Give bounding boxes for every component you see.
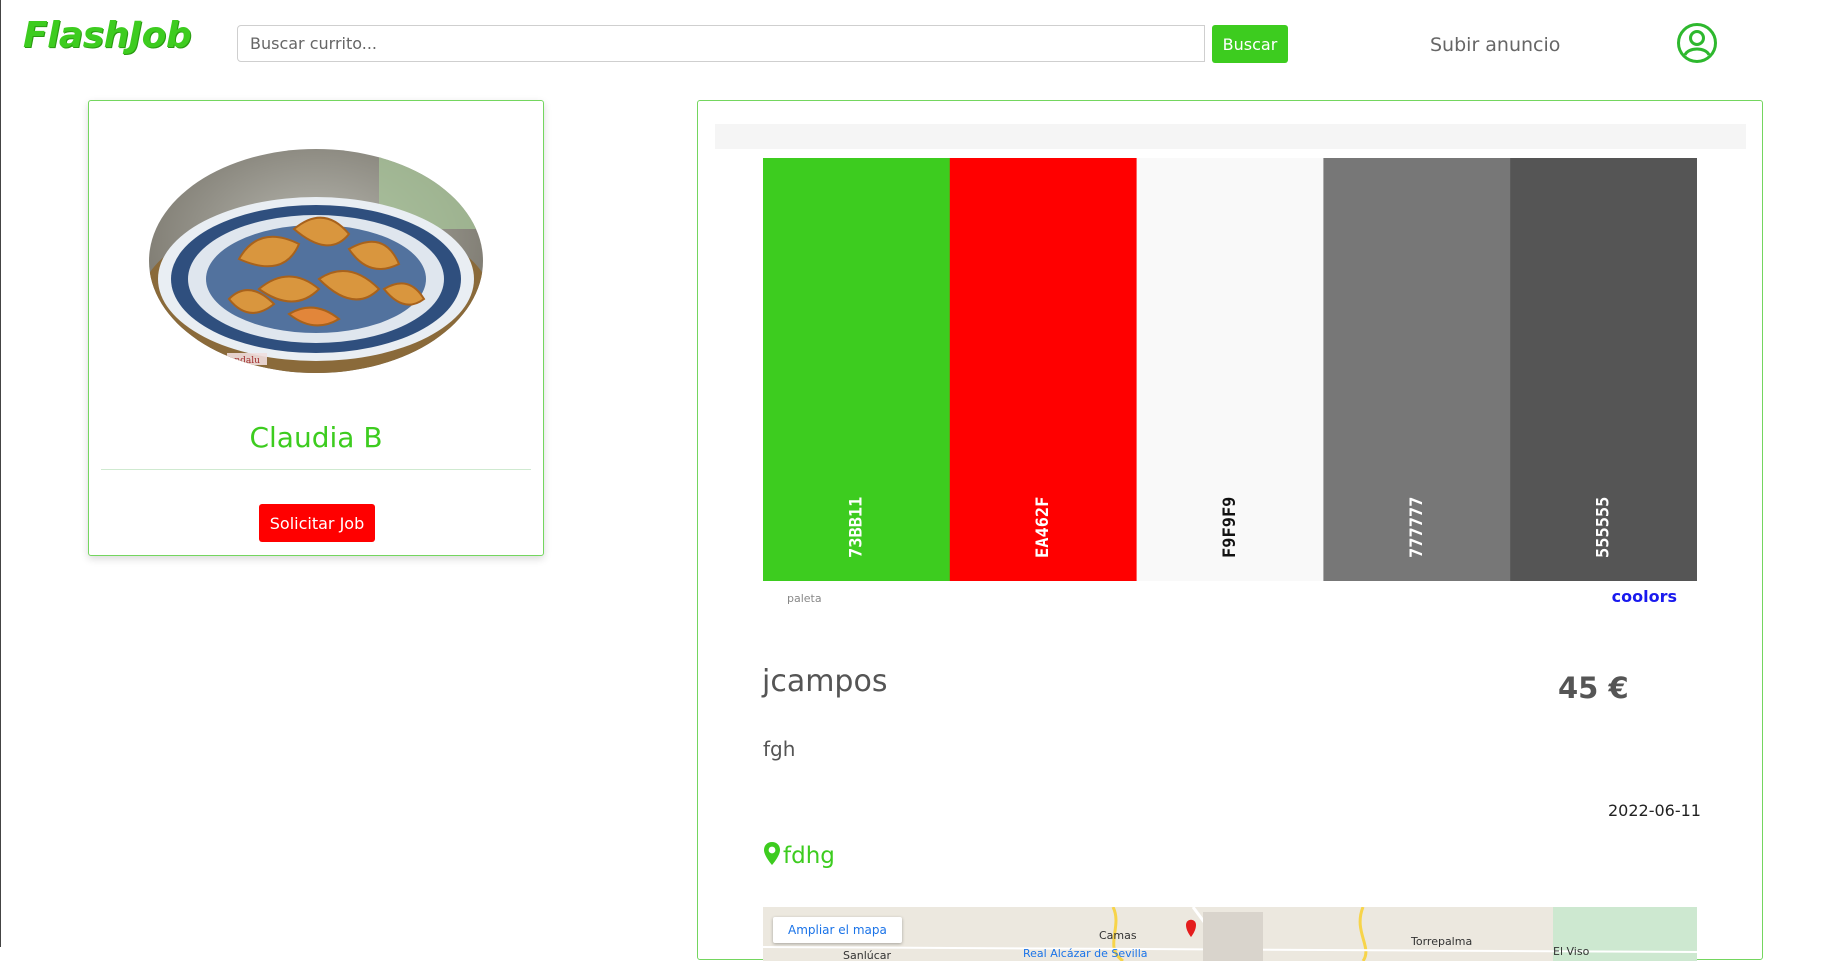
- map-pin-icon: [764, 842, 780, 865]
- palette-swatch-label: 73BB11: [846, 497, 866, 558]
- job-location: fdhg: [763, 841, 835, 869]
- map-expand-button[interactable]: Ampliar el mapa: [773, 917, 902, 943]
- job-date: 2022-06-11: [1608, 801, 1701, 820]
- photo-watermark: andalu: [229, 356, 260, 366]
- location-text: fdhg: [783, 843, 835, 869]
- map-place-label: Real Alcázar de Sevilla: [1023, 947, 1148, 960]
- user-circle-icon[interactable]: [1676, 22, 1718, 64]
- map-place-label: Torrepalma: [1411, 935, 1473, 948]
- window-edge: [0, 0, 1, 947]
- coolors-brand: coolors: [1612, 587, 1677, 606]
- map-place-label: Sanlúcar: [843, 949, 892, 961]
- search-input[interactable]: [237, 25, 1205, 62]
- divider: [101, 469, 531, 470]
- job-card: 73BB11 EA462F F9F9F9 777777 555555 paleta co…: [697, 100, 1763, 961]
- map-embed[interactable]: Ampliar el mapa Camas Torrepalma El Viso…: [763, 907, 1697, 961]
- map-place-label: Camas: [1099, 929, 1137, 942]
- post-ad-link[interactable]: Subir anuncio: [1430, 34, 1560, 56]
- job-price: 45 €: [1558, 671, 1629, 705]
- palette-swatch-label: EA462F: [1033, 497, 1053, 558]
- palette-caption: paleta: [787, 592, 822, 605]
- logo[interactable]: FlashJob: [23, 15, 192, 56]
- request-job-button[interactable]: Solicitar Job: [259, 504, 375, 542]
- profile-name: Claudia B: [249, 421, 383, 454]
- palette-swatch-label: 555555: [1594, 497, 1614, 558]
- search-button[interactable]: Buscar: [1212, 25, 1288, 63]
- job-description: fgh: [763, 737, 796, 761]
- palette-swatch-label: F9F9F9: [1220, 497, 1240, 558]
- job-image-palette: 73BB11 EA462F F9F9F9 777777 555555 paleta co…: [763, 158, 1697, 608]
- profile-photo: andalu: [149, 149, 483, 373]
- image-carousel-bar: [715, 124, 1746, 149]
- profile-card: andalu Claudia B Solicitar Job: [88, 100, 544, 556]
- palette-swatch-label: 777777: [1407, 497, 1427, 558]
- job-title: jcampos: [762, 664, 888, 699]
